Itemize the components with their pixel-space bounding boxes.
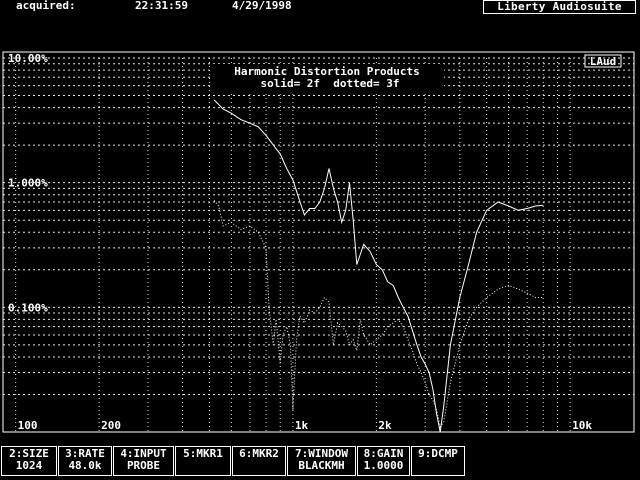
softkey-window[interactable]: 7:WINDOW BLACKMH <box>287 446 356 476</box>
softkey-mkr1-label: 5:MKR1 <box>183 447 223 460</box>
x-tick-label: 100 <box>18 419 38 432</box>
plot-frame <box>2 51 635 433</box>
softkey-gain-value: 1.0000 <box>363 459 404 472</box>
series-2f-line <box>213 99 544 433</box>
softkey-rate[interactable]: 3:RATE 48.0k <box>58 446 112 476</box>
softkey-mkr1[interactable]: 5:MKR1 <box>175 446 231 476</box>
x-tick-label: 200 <box>101 419 121 432</box>
softkey-gain[interactable]: 8:GAIN 1.0000 <box>357 446 410 476</box>
y-axis-labels: 10.00% 1.000% 0.100% <box>8 52 48 314</box>
softkey-mkr2[interactable]: 6:MKR2 <box>232 446 286 476</box>
softkey-mkr2-label: 6:MKR2 <box>239 447 279 460</box>
x-tick-label: 2k <box>378 419 392 432</box>
softkey-dcmp-label: 9:DCMP <box>418 447 458 460</box>
softkey-size[interactable]: 2:SIZE 1024 <box>1 446 57 476</box>
chart-subtitle: solid= 2f dotted= 3f <box>260 77 399 90</box>
series-3f-line <box>213 200 544 428</box>
x-tick-label: 10k <box>572 419 592 432</box>
softkey-rate-value: 48.0k <box>68 459 102 472</box>
plot-grid <box>2 57 634 432</box>
x-axis-labels: 100 200 1k 2k 10k <box>18 419 593 432</box>
laud-badge: LAud <box>590 55 617 68</box>
softkey-input-value: PROBE <box>126 459 161 472</box>
y-tick-label: 0.100% <box>8 301 48 314</box>
y-tick-label: 10.00% <box>8 52 48 65</box>
softkey-input[interactable]: 4:INPUT PROBE <box>113 446 174 476</box>
softkey-size-value: 1024 <box>15 459 43 472</box>
softkey-window-value: BLACKMH <box>298 459 345 472</box>
series-group <box>213 99 544 433</box>
softkey-dcmp[interactable]: 9:DCMP <box>411 446 465 476</box>
x-tick-label: 1k <box>295 419 309 432</box>
harmonic-distortion-chart: 10.00%1.000%0.100% 100 200 1k 2k 10k LAud Ha… <box>2 51 635 433</box>
y-tick-label: 1.000% <box>8 177 48 190</box>
